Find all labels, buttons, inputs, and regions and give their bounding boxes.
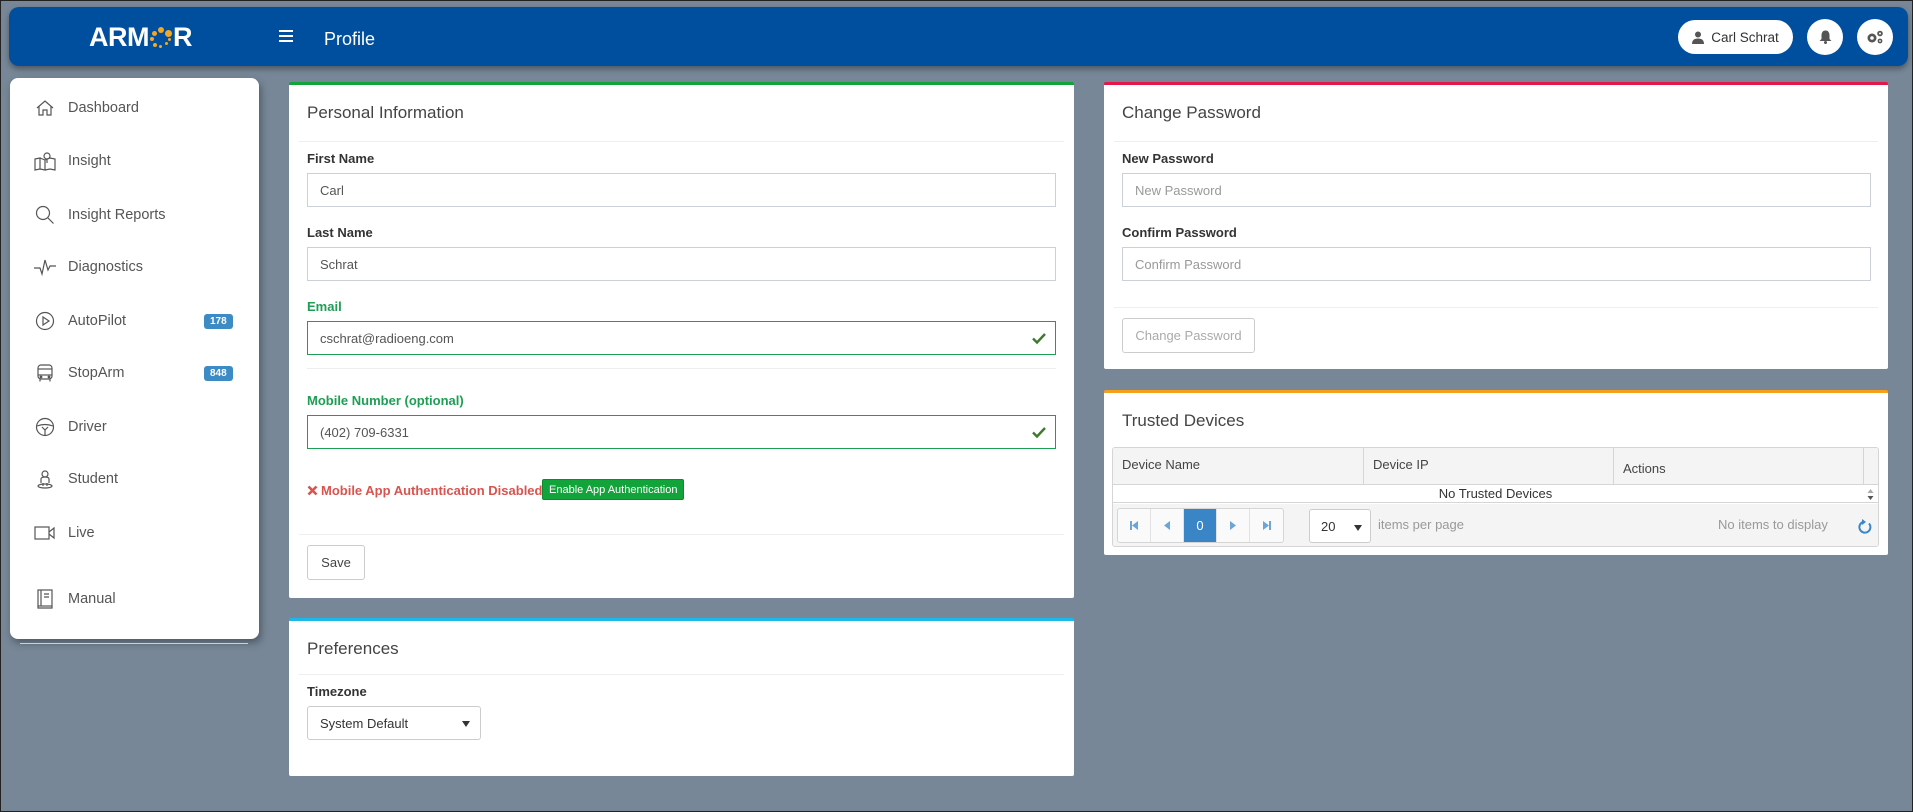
personal-information-card: Personal Information First Name Carl Las… (289, 82, 1074, 598)
autopilot-count-badge: 178 (204, 313, 233, 329)
last-name-label: Last Name (307, 225, 373, 240)
top-bar: ARM R Profile Carl Schrat (9, 7, 1908, 66)
caret-down-icon (462, 721, 470, 727)
grid-pager: 0 20 items per page No items to display (1113, 504, 1878, 546)
home-icon (34, 97, 56, 119)
search-icon (34, 204, 56, 226)
sidebar-item-manual[interactable]: Manual (10, 579, 259, 619)
book-icon (34, 588, 56, 610)
divider (1114, 141, 1878, 142)
armor-logo[interactable]: ARM R (89, 22, 193, 52)
divider (299, 141, 1064, 142)
sidebar-item-student[interactable]: Student (10, 459, 259, 499)
user-menu-button[interactable]: Carl Schrat (1678, 20, 1793, 54)
user-name: Carl Schrat (1711, 29, 1779, 45)
settings-button[interactable] (1857, 19, 1893, 55)
video-icon (34, 522, 56, 544)
mobile-number-label: Mobile Number (optional) (307, 393, 464, 408)
new-password-label: New Password (1122, 151, 1214, 166)
next-page-button[interactable] (1217, 509, 1250, 542)
page-title: Profile (324, 29, 376, 49)
pulse-icon (34, 256, 56, 278)
column-header-device-ip[interactable]: Device IP (1364, 448, 1614, 485)
menu-icon[interactable] (279, 30, 293, 44)
stoparm-count-badge: 848 (204, 365, 233, 381)
sidebar-item-diagnostics[interactable]: Diagnostics (10, 247, 259, 287)
divider (1114, 307, 1878, 308)
logo-dots-icon (150, 26, 172, 48)
change-password-button[interactable]: Change Password (1122, 318, 1255, 353)
last-page-button[interactable] (1250, 509, 1283, 542)
timezone-label: Timezone (307, 684, 367, 699)
divider (299, 534, 1064, 535)
sidebar-item-dashboard[interactable]: Dashboard (10, 88, 259, 128)
play-circle-icon (34, 310, 56, 332)
card-title: Trusted Devices (1122, 411, 1245, 430)
change-password-card: Change Password New Password New Passwor… (1104, 82, 1888, 369)
enable-app-auth-button[interactable]: Enable App Authentication (542, 479, 685, 500)
caret-down-icon (1354, 525, 1362, 531)
first-name-input[interactable]: Carl (307, 173, 1056, 207)
trusted-devices-grid: Device Name Device IP Actions No Trusted… (1112, 447, 1879, 547)
trusted-devices-card: Trusted Devices Device Name Device IP Ac… (1104, 390, 1888, 555)
sidebar-item-autopilot[interactable]: AutoPilot 178 (10, 301, 259, 341)
x-icon (307, 485, 318, 496)
first-name-label: First Name (307, 151, 375, 166)
previous-page-icon (1164, 521, 1170, 530)
first-page-button[interactable] (1118, 509, 1151, 542)
pager-buttons: 0 (1117, 508, 1284, 543)
mobile-number-input[interactable]: (402) 709-6331 (307, 415, 1056, 449)
app-auth-status: Mobile App Authentication Disabled (307, 483, 542, 498)
confirm-password-input[interactable]: Confirm Password (1122, 247, 1871, 281)
column-header-actions[interactable]: Actions (1614, 448, 1864, 485)
sidebar-item-live[interactable]: Live (10, 513, 259, 553)
divider (307, 368, 1056, 369)
first-page-icon (1130, 521, 1138, 530)
sidebar-item-insight[interactable]: Insight (10, 141, 259, 181)
student-icon (34, 468, 56, 490)
bell-icon (1819, 30, 1831, 44)
settings-icon (1867, 30, 1883, 44)
bus-icon (34, 362, 56, 384)
pager-status: No items to display (1718, 517, 1828, 532)
next-page-icon (1230, 521, 1236, 530)
refresh-icon[interactable] (1858, 519, 1872, 534)
grid-header: Device Name Device IP Actions (1113, 448, 1878, 485)
steering-wheel-icon (34, 416, 56, 438)
check-icon (1032, 333, 1046, 345)
timezone-select[interactable]: System Default (307, 706, 481, 740)
user-icon (1692, 31, 1705, 44)
last-name-input[interactable]: Schrat (307, 247, 1056, 281)
sidebar-item-driver[interactable]: Driver (10, 407, 259, 447)
preferences-card: Preferences Timezone System Default (289, 618, 1074, 776)
sidebar-item-insight-reports[interactable]: Insight Reports (10, 195, 259, 235)
notifications-button[interactable] (1807, 19, 1843, 55)
new-password-input[interactable]: New Password (1122, 173, 1871, 207)
email-label: Email (307, 299, 342, 314)
page-size-select[interactable]: 20 (1309, 509, 1371, 543)
divider (299, 674, 1064, 675)
previous-page-button[interactable] (1151, 509, 1184, 542)
card-title: Personal Information (307, 103, 464, 122)
card-title: Preferences (307, 639, 399, 658)
email-input[interactable]: cschrat@radioeng.com (307, 321, 1056, 355)
last-page-icon (1262, 521, 1271, 530)
sidebar-divider (20, 643, 248, 644)
sidebar-item-stoparm[interactable]: StopArm 848 (10, 353, 259, 393)
column-header-device-name[interactable]: Device Name (1113, 448, 1364, 485)
scroll-arrows-icon[interactable] (1867, 488, 1874, 501)
card-title: Change Password (1122, 103, 1261, 122)
save-button[interactable]: Save (307, 545, 365, 580)
items-per-page-label: items per page (1378, 517, 1464, 532)
confirm-password-label: Confirm Password (1122, 225, 1237, 240)
empty-row: No Trusted Devices (1113, 485, 1878, 503)
sidebar-nav: Dashboard Insight Insight Reports Diagno… (10, 78, 259, 644)
check-icon (1032, 427, 1046, 439)
map-icon (34, 150, 56, 172)
current-page-button[interactable]: 0 (1184, 509, 1217, 542)
